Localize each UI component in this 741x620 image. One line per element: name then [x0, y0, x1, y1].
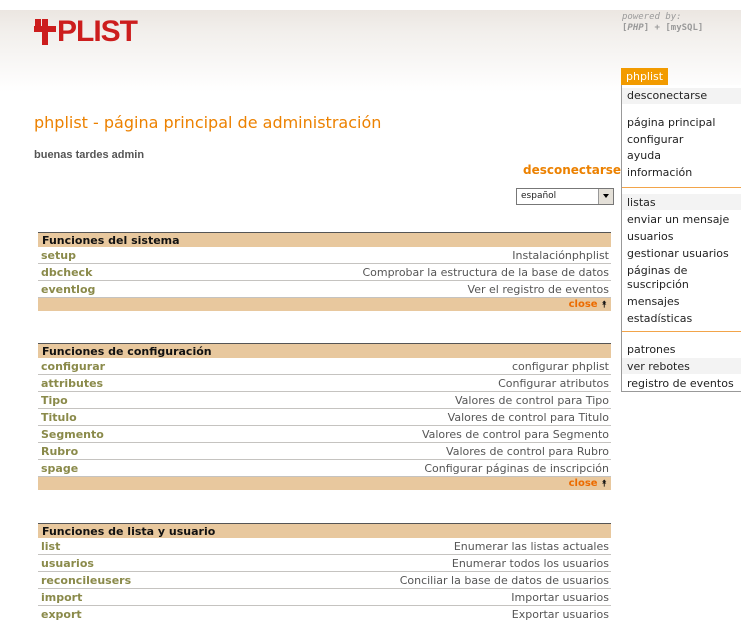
table-row[interactable]: Rubro Valores de control para Rubro	[38, 443, 611, 460]
table-row[interactable]: import Importar usuarios	[38, 589, 611, 606]
section-title: Funciones del sistema	[38, 232, 611, 247]
powered-plus: +	[649, 23, 666, 33]
language-select[interactable]: español	[516, 188, 614, 205]
table-row[interactable]: setup Instalaciónphplist	[38, 247, 611, 264]
menu-item-gestionar-usuarios[interactable]: gestionar usuarios	[627, 247, 729, 260]
table-row[interactable]: Tipo Valores de control para Tipo	[38, 392, 611, 409]
function-description[interactable]: Configurar páginas de inscripción	[424, 462, 609, 475]
page-title: phplist - página principal de administra…	[34, 113, 382, 132]
section-close-button[interactable]: close ⯭	[38, 298, 611, 311]
table-row[interactable]: list Enumerar las listas actuales	[38, 538, 611, 555]
section-system-functions: Funciones del sistema setup Instalaciónp…	[38, 232, 611, 311]
function-description[interactable]: Enumerar las listas actuales	[454, 540, 609, 553]
php-link[interactable]: PHP	[627, 23, 643, 33]
table-row[interactable]: Segmento Valores de control para Segment…	[38, 426, 611, 443]
powered-by-tech: [PHP] + [mySQL]	[622, 23, 704, 33]
menu-item-mensajes[interactable]: mensajes	[627, 295, 679, 308]
table-row[interactable]: attributes Configurar atributos	[38, 375, 611, 392]
function-link[interactable]: list	[41, 540, 60, 553]
phplist-logo[interactable]: PLIST	[34, 15, 138, 49]
powered-by-label: powered by:	[622, 12, 682, 22]
function-link[interactable]: spage	[41, 462, 78, 475]
header-top-gap	[0, 0, 741, 10]
menu-item-configurar[interactable]: configurar	[627, 133, 683, 146]
function-link[interactable]: setup	[41, 249, 76, 262]
function-link[interactable]: configurar	[41, 360, 105, 373]
function-description[interactable]: Valores de control para Titulo	[448, 411, 609, 424]
function-link[interactable]: Rubro	[41, 445, 78, 458]
section-title: Funciones de lista y usuario	[38, 523, 611, 538]
logout-link[interactable]: desconectarse	[523, 163, 621, 177]
collapse-up-icon[interactable]: ⯭	[602, 479, 607, 489]
function-description[interactable]: Exportar usuarios	[512, 608, 609, 620]
function-description[interactable]: Ver el registro de eventos	[468, 283, 609, 296]
dropdown-arrow-icon[interactable]	[598, 189, 613, 204]
function-description[interactable]: configurar phplist	[512, 360, 609, 373]
menu-item-suscripcion[interactable]: suscripción	[627, 278, 689, 291]
menu-item-enviar-mensaje[interactable]: enviar un mensaje	[627, 213, 729, 226]
table-row[interactable]: reconcileusers Conciliar la base de dato…	[38, 572, 611, 589]
phplist-logo-mark-icon	[34, 19, 56, 45]
function-description[interactable]: Importar usuarios	[511, 591, 609, 604]
function-link[interactable]: eventlog	[41, 283, 95, 296]
table-row[interactable]: export Exportar usuarios	[38, 606, 611, 620]
logo-text: PLIST	[57, 15, 138, 48]
menu-item-registro-eventos[interactable]: registro de eventos	[627, 377, 734, 390]
section-list-user-functions: Funciones de lista y usuario list Enumer…	[38, 523, 611, 620]
function-description[interactable]: Comprobar la estructura de la base de da…	[362, 266, 609, 279]
function-link[interactable]: import	[41, 591, 82, 604]
function-description[interactable]: Instalaciónphplist	[512, 249, 609, 262]
close-label[interactable]: close	[569, 478, 598, 489]
function-description[interactable]: Conciliar la base de datos de usuarios	[400, 574, 609, 587]
function-link[interactable]: attributes	[41, 377, 103, 390]
function-description[interactable]: Valores de control para Segmento	[422, 428, 609, 441]
function-link[interactable]: reconcileusers	[41, 574, 131, 587]
function-link[interactable]: Titulo	[41, 411, 77, 424]
menu-item-estadisticas[interactable]: estadísticas	[627, 312, 692, 325]
menu-item-ver-rebotes[interactable]: ver rebotes	[627, 360, 690, 373]
menu-item-patrones[interactable]: patrones	[627, 343, 676, 356]
powered-by: powered by: [PHP] + [mySQL]	[622, 12, 703, 34]
side-menu: desconectarse página principal configura…	[621, 85, 741, 392]
menu-item-paginas-de[interactable]: páginas de	[627, 264, 687, 277]
menu-item-usuarios[interactable]: usuarios	[627, 230, 673, 243]
menu-item-pagina-principal[interactable]: página principal	[627, 116, 715, 129]
language-select-value: español	[521, 191, 557, 201]
function-link[interactable]: Tipo	[41, 394, 68, 407]
section-configuration-functions: Funciones de configuración configurar co…	[38, 343, 611, 490]
section-close-button[interactable]: close ⯭	[38, 477, 611, 490]
menu-tab-phplist[interactable]: phplist	[621, 68, 668, 85]
function-description[interactable]: Valores de control para Rubro	[446, 445, 609, 458]
table-row[interactable]: eventlog Ver el registro de eventos	[38, 281, 611, 298]
table-row[interactable]: configurar configurar phplist	[38, 358, 611, 375]
section-title: Funciones de configuración	[38, 343, 611, 358]
greeting-text: buenas tardes admin	[34, 149, 145, 161]
menu-separator	[622, 187, 741, 188]
table-row[interactable]: usuarios Enumerar todos los usuarios	[38, 555, 611, 572]
function-link[interactable]: Segmento	[41, 428, 104, 441]
function-description[interactable]: Valores de control para Tipo	[455, 394, 609, 407]
menu-item-listas[interactable]: listas	[627, 196, 656, 209]
function-link[interactable]: dbcheck	[41, 266, 92, 279]
collapse-up-icon[interactable]: ⯭	[602, 300, 607, 310]
table-row[interactable]: spage Configurar páginas de inscripción	[38, 460, 611, 477]
menu-item-desconectarse[interactable]: desconectarse	[627, 89, 707, 102]
function-description[interactable]: Enumerar todos los usuarios	[452, 557, 609, 570]
function-link[interactable]: export	[41, 608, 82, 620]
function-description[interactable]: Configurar atributos	[498, 377, 609, 390]
menu-item-informacion[interactable]: información	[627, 166, 692, 179]
function-link[interactable]: usuarios	[41, 557, 94, 570]
mysql-link[interactable]: mySQL	[671, 23, 698, 33]
close-label[interactable]: close	[569, 299, 598, 310]
table-row[interactable]: Titulo Valores de control para Titulo	[38, 409, 611, 426]
menu-separator	[622, 331, 741, 332]
menu-item-ayuda[interactable]: ayuda	[627, 149, 661, 162]
table-row[interactable]: dbcheck Comprobar la estructura de la ba…	[38, 264, 611, 281]
